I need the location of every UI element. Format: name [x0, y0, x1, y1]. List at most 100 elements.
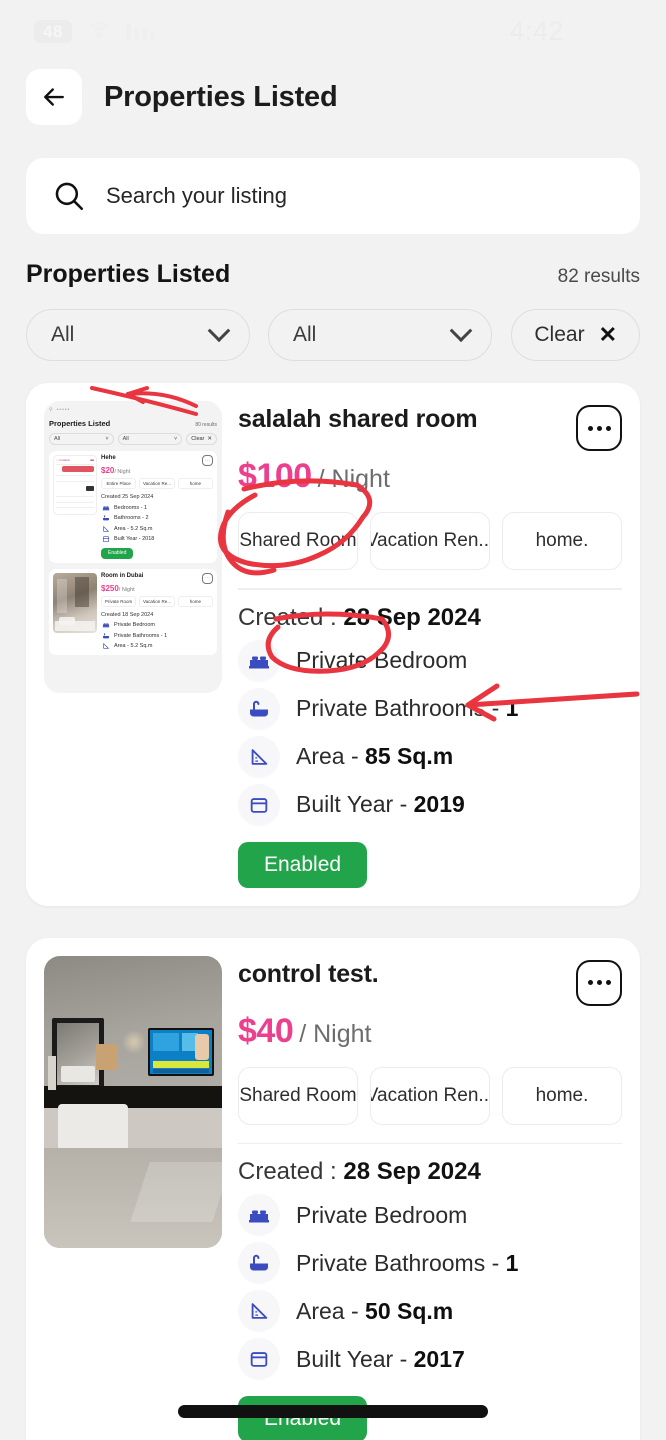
nested-title: Properties Listed [49, 419, 111, 428]
desk-lamp [48, 1055, 56, 1090]
feature-text: Private Bathrooms - 1 [296, 695, 518, 722]
tv-screen [148, 1027, 214, 1076]
feature-value: 1 [505, 695, 519, 721]
area-ruler-icon [238, 1290, 280, 1332]
nested-card-per: / Night [114, 469, 131, 475]
bathtub-icon [238, 1242, 280, 1284]
chevron-down-icon [449, 319, 473, 343]
nested-section-header: Properties Listed 80 results [49, 419, 217, 428]
property-thumbnail[interactable]: ⚲ ••••• Properties Listed 80 results All… [44, 401, 222, 693]
status-bar-time: 4:42 [509, 15, 564, 46]
property-price: $100 [238, 457, 312, 495]
results-count: 82 results [557, 266, 640, 287]
back-button[interactable] [26, 69, 82, 125]
property-tag-category[interactable]: home. [502, 1066, 622, 1125]
property-features: Private Bedroom Private Bathrooms - 1 Ar… [238, 1194, 622, 1380]
search-box[interactable] [26, 158, 640, 234]
feature-built-year: Built Year - 2019 [238, 783, 622, 826]
feature-built-year: Built Year - 2017 [238, 1338, 622, 1380]
feature-area: Area - 50 Sq.m [238, 1290, 622, 1332]
arrow-left-icon [44, 88, 64, 106]
more-options-button[interactable] [576, 405, 622, 451]
feature-label: Area - [296, 1297, 366, 1324]
property-tag-room-type[interactable]: Shared Room [238, 512, 358, 570]
property-tags: Shared Room Vacation Ren... home. [238, 1066, 622, 1125]
nested-card-price: $20 [101, 466, 115, 475]
nested-results: 80 results [195, 422, 217, 428]
calendar-icon [101, 535, 110, 544]
nested-feature: Bedrooms - 1 [101, 503, 213, 512]
feature-bedroom: Private Bedroom [238, 639, 622, 682]
nested-feature: Private Bathrooms - 1 [101, 631, 213, 640]
status-badge[interactable]: Enabled [238, 841, 368, 888]
feature-value: 85 Sq.m [365, 743, 454, 769]
filter-row: All All Clear ✕ [0, 289, 666, 361]
more-options-button[interactable] [576, 959, 622, 1006]
feature-value: 50 Sq.m [365, 1297, 454, 1324]
status-filter-select[interactable]: All [268, 309, 492, 361]
nested-ellipsis-icon: ⋯ [202, 572, 213, 584]
property-tag-room-type[interactable]: Shared Room [238, 1066, 358, 1125]
feature-text: Built Year - 2019 [296, 791, 465, 818]
divider [238, 1142, 622, 1144]
created-label: Created : [238, 603, 344, 631]
feature-text: Private Bathrooms - 1 [296, 1250, 518, 1277]
property-tag-category[interactable]: home. [502, 512, 622, 570]
property-tag-rental-type[interactable]: Vacation Ren... [370, 512, 490, 570]
divider [238, 588, 622, 590]
nested-feature-text: Area - 5.2 Sq.m [114, 525, 153, 532]
property-thumbnail[interactable] [44, 955, 222, 1248]
bed-icon [101, 503, 110, 512]
clear-label: Clear [534, 323, 585, 346]
paper-bag [96, 1043, 118, 1070]
bed-icon [101, 621, 110, 630]
nested-tag: Entire Place [101, 478, 137, 489]
property-card[interactable]: control test. $40 / Night Shared Room Va… [26, 937, 640, 1440]
type-filter-label: All [51, 323, 75, 346]
area-ruler-icon [101, 642, 110, 651]
feature-bedroom: Private Bedroom [238, 1194, 622, 1236]
property-tags: Shared Room Vacation Ren... home. [238, 512, 622, 570]
nested-filter-b-label: All [122, 436, 129, 442]
nested-feature-text: Bathrooms - 2 [114, 515, 149, 521]
feature-label: Private Bathrooms - [296, 695, 506, 721]
created-date: 28 Sep 2024 [343, 1158, 481, 1185]
property-tag-rental-type[interactable]: Vacation Ren... [370, 1066, 490, 1125]
clear-filters-button[interactable]: Clear ✕ [511, 309, 640, 361]
section-title: Properties Listed [26, 260, 231, 288]
bed-icon [238, 639, 280, 682]
search-section [0, 132, 666, 234]
property-title: control test. [238, 959, 379, 988]
property-created: Created : 28 Sep 2024 [238, 604, 622, 632]
nested-property-card: Room in Dubai ⋯ $250/ Night Private Room… [49, 568, 217, 655]
nested-status-badge: Enabled [101, 547, 134, 559]
status-badge[interactable]: Enabled [238, 1396, 368, 1440]
nested-tag: Vacation Re... [139, 595, 175, 607]
nested-feature-text: Area - 5.2 Sq.m [114, 643, 153, 649]
nested-app-screenshot: ⚲ ••••• Properties Listed 80 results All… [44, 401, 222, 693]
feature-text: Area - 85 Sq.m [296, 743, 453, 770]
bathtub-icon [238, 687, 280, 730]
type-filter-select[interactable]: All [26, 309, 250, 361]
nested-clear-button: Clear ✕ [186, 433, 218, 445]
wifi-icon [85, 21, 112, 41]
feature-label: Area - [296, 743, 366, 769]
nested-filter-b: All ˅ [117, 433, 183, 445]
calendar-icon [238, 783, 280, 826]
nested-card-price: $250 [101, 583, 119, 593]
created-date: 28 Sep 2024 [343, 603, 481, 631]
property-card[interactable]: ⚲ ••••• Properties Listed 80 results All… [26, 383, 640, 906]
feature-area: Area - 85 Sq.m [238, 735, 622, 778]
search-input[interactable] [106, 183, 614, 209]
nested-feature: Area - 5.2 Sq.m [101, 642, 213, 651]
nested-tag: home [177, 478, 213, 489]
status-bar: 48 4:42 [0, 0, 666, 62]
property-features: Private Bedroom Private Bathrooms - 1 Ar… [238, 639, 622, 826]
feature-bathroom: Private Bathrooms - 1 [238, 1242, 622, 1284]
property-price-unit: / Night [299, 1019, 372, 1048]
feature-text: Private Bedroom [296, 1201, 468, 1228]
feature-text: Built Year - 2017 [296, 1346, 465, 1373]
nested-feature: Built Year - 2018 [101, 535, 213, 544]
app-header: Properties Listed [0, 62, 666, 132]
page-title: Properties Listed [104, 80, 338, 113]
